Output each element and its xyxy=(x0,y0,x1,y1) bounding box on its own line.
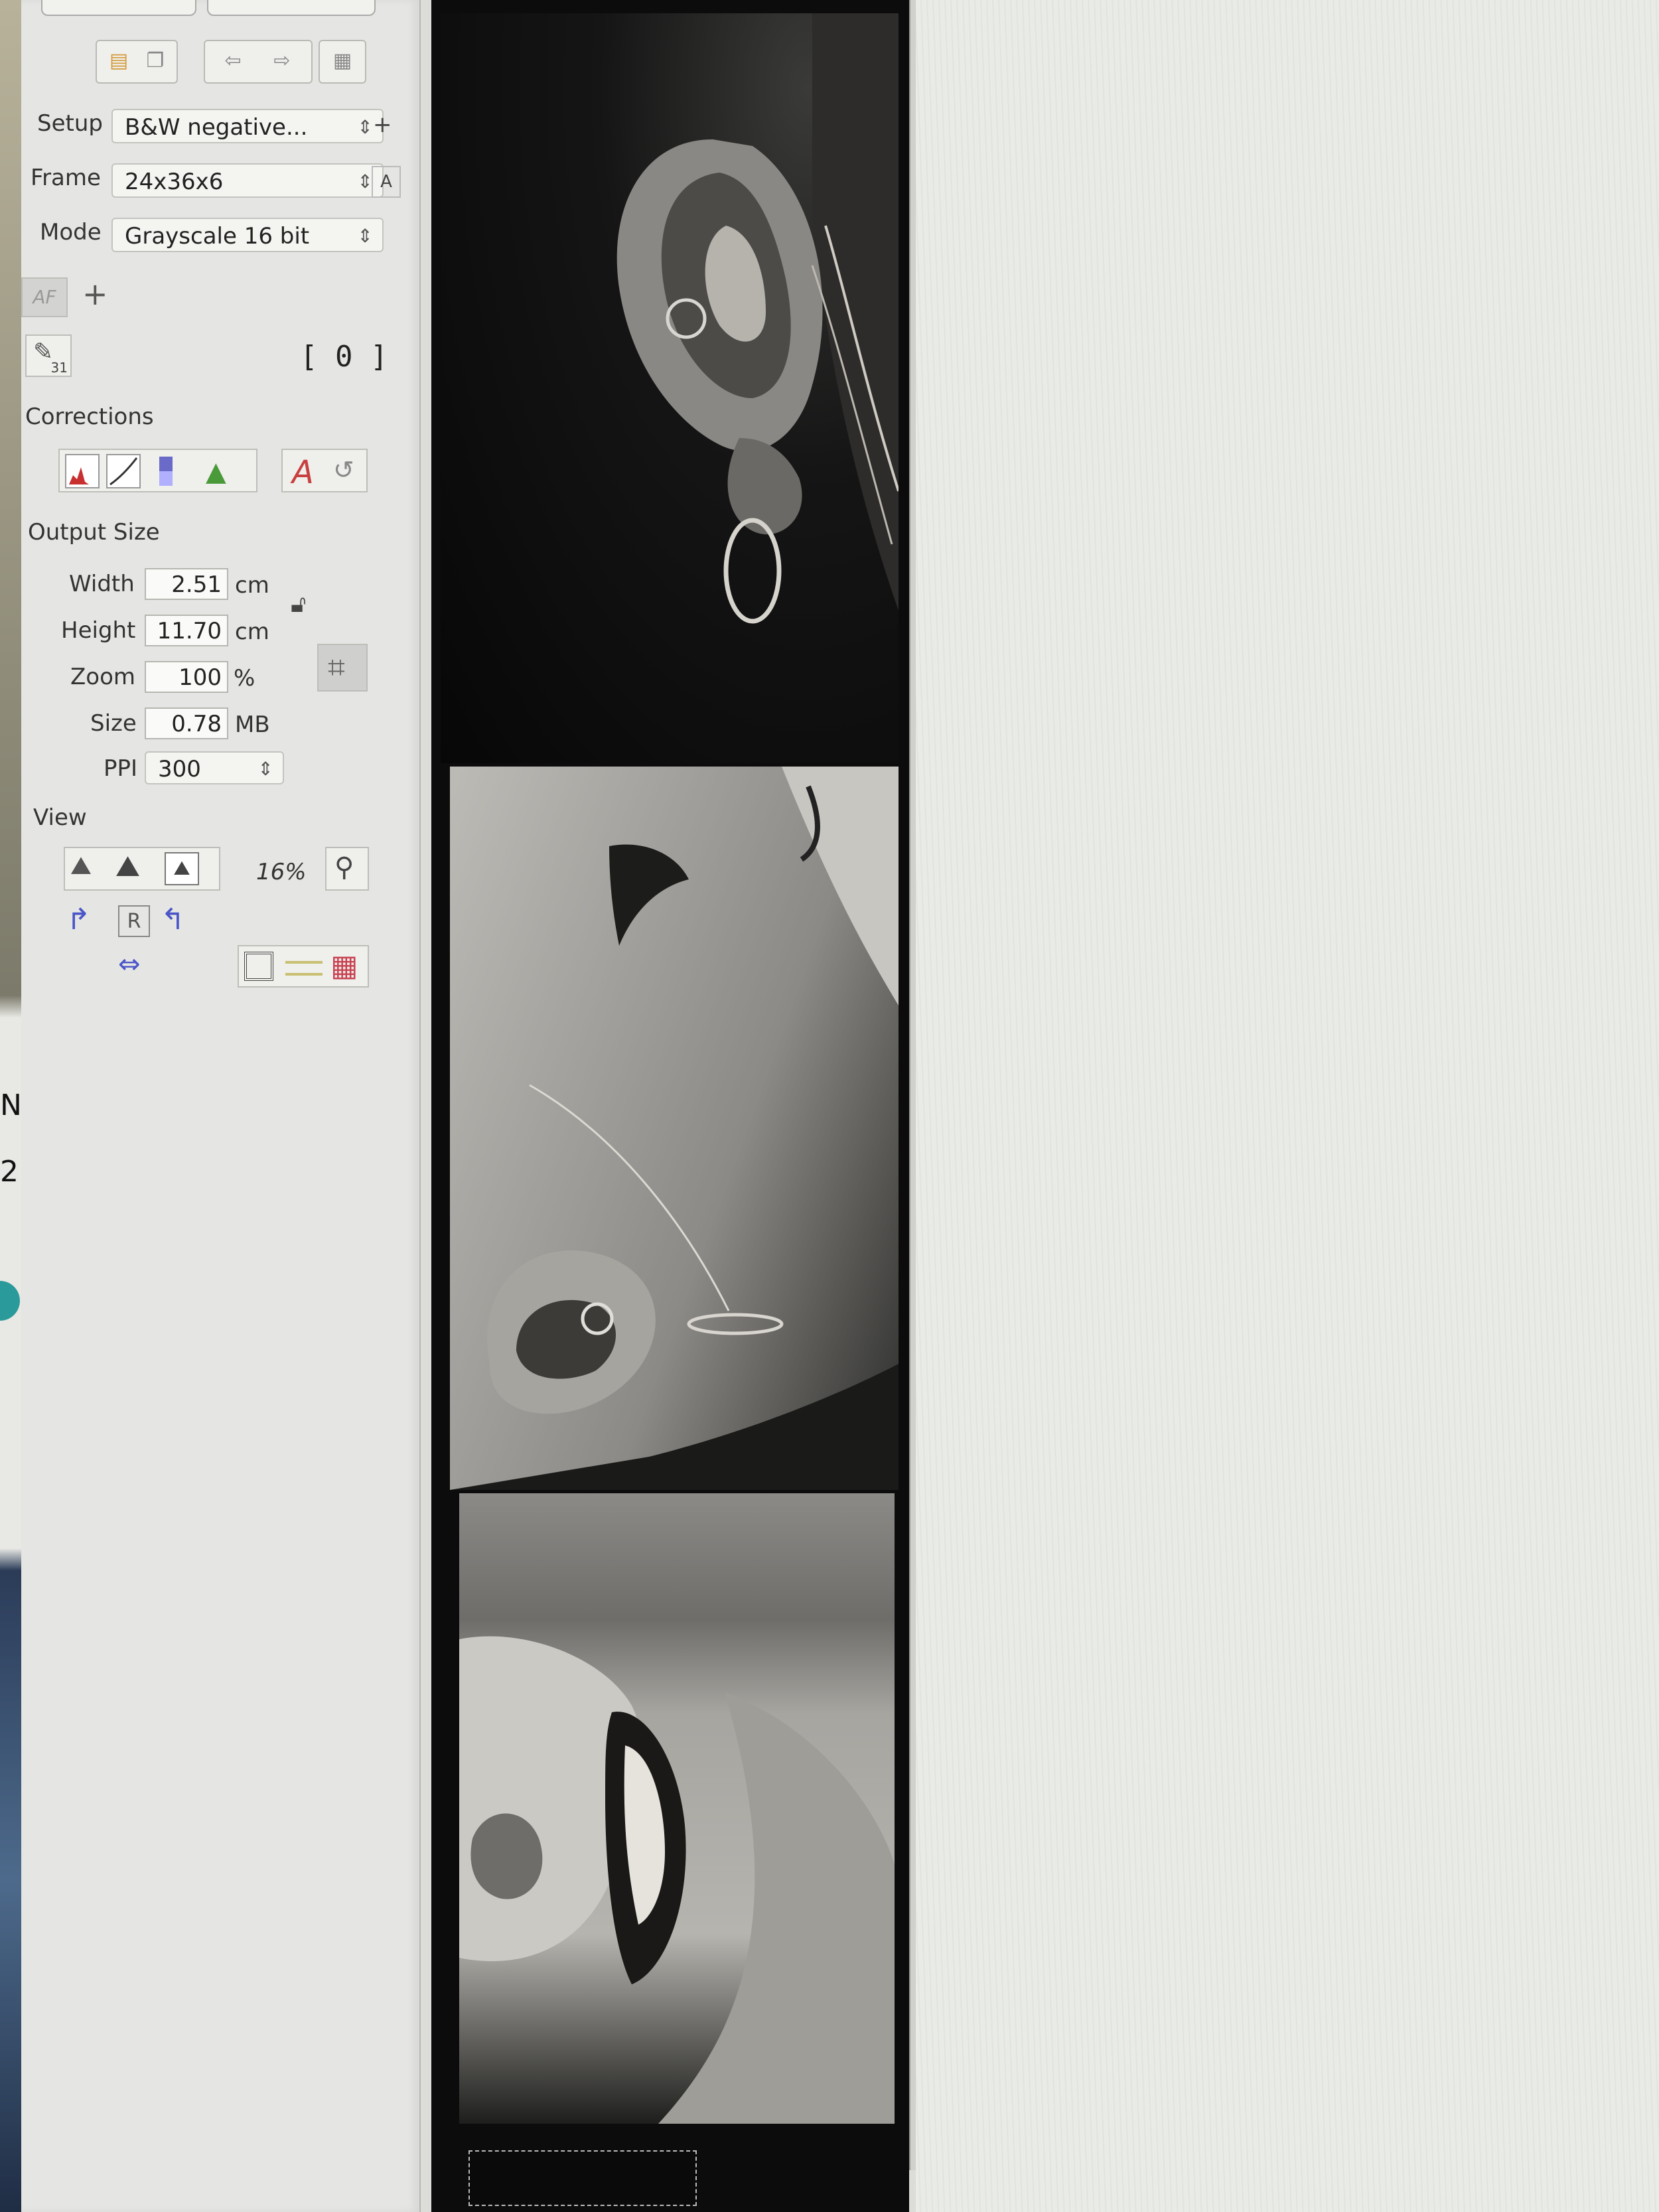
desktop-text-fragment: 2 xyxy=(0,1155,19,1189)
small-mountain-icon[interactable]: ⛰ xyxy=(70,851,92,881)
color-balance-icon[interactable] xyxy=(159,457,173,486)
auto-frame-button[interactable]: A xyxy=(372,166,401,198)
scan-preview-area[interactable] xyxy=(916,0,1659,2212)
crop-button[interactable]: ⌗ xyxy=(317,644,368,692)
film-frame-2[interactable] xyxy=(450,767,899,1490)
updown-arrows-icon: ⇕ xyxy=(357,116,373,138)
reset-corrections-icon[interactable]: ↺ xyxy=(333,455,354,484)
frame-counter: [ 0 ] xyxy=(300,340,388,374)
zoom-label: Zoom xyxy=(70,664,136,690)
width-field[interactable]: 2.51 xyxy=(145,568,228,600)
setup-select-value: B&W negative... xyxy=(125,114,308,141)
zoom-percent: 16% xyxy=(256,859,307,885)
sharpen-icon[interactable]: ▲ xyxy=(206,457,226,487)
add-focus-point-button[interactable]: + xyxy=(82,276,108,312)
height-field[interactable]: 11.70 xyxy=(145,615,228,646)
width-label: Width xyxy=(69,571,135,597)
size-label: Size xyxy=(90,710,137,737)
updown-arrows-icon: ⇕ xyxy=(357,171,373,192)
reset-rotation-button[interactable]: R xyxy=(118,905,150,937)
setup-label: Setup xyxy=(37,110,103,137)
rotate-left-icon[interactable]: ↰ xyxy=(161,903,185,936)
preview-button[interactable]: Preview xyxy=(41,0,196,16)
frame-nav-group: ⇦ ⇨ xyxy=(204,40,313,84)
size-unit: MB xyxy=(235,711,270,738)
large-mountain-icon[interactable]: ⛰ xyxy=(115,849,140,883)
zoom-unit: % xyxy=(234,665,255,692)
overlay-toolbar: ▦ xyxy=(238,945,369,988)
frame-select-value: 24x36x6 xyxy=(125,169,224,195)
output-size-title: Output Size xyxy=(28,519,160,546)
height-unit: cm xyxy=(235,619,269,645)
copy-frames-icon[interactable]: ❐ xyxy=(138,48,173,74)
ppi-select-value: 300 xyxy=(158,756,201,782)
corrections-toolbar: ▲ xyxy=(58,449,257,492)
height-label: Height xyxy=(61,617,136,644)
auto-adjust-button[interactable]: A xyxy=(292,454,314,491)
preview-mode-toolbar: ⛰ ⛰ ⛰ xyxy=(64,847,220,891)
lock-aspect-icon[interactable]: 🔓︎ xyxy=(291,591,306,619)
frame-mode-group: ▤ ❐ xyxy=(96,40,178,84)
mode-select-value: Grayscale 16 bit xyxy=(125,223,310,250)
desktop-text-fragment: N xyxy=(0,1088,22,1122)
setup-select[interactable]: B&W negative... ⇕ xyxy=(111,109,384,143)
previous-frame-icon[interactable]: ⇦ xyxy=(209,48,257,74)
mode-select[interactable]: Grayscale 16 bit ⇕ xyxy=(111,218,384,252)
eyedropper-button[interactable]: ✎ 31 xyxy=(25,334,72,377)
zoom-field[interactable]: 100 xyxy=(145,661,228,693)
add-setup-button[interactable]: + xyxy=(373,111,392,138)
multi-frame-icon[interactable]: ▤ xyxy=(101,48,137,74)
fit-image-icon[interactable]: ⛰ xyxy=(165,852,199,885)
film-frame-1[interactable] xyxy=(441,13,899,763)
ppi-label: PPI xyxy=(104,755,138,782)
ppi-select[interactable]: 300 ⇕ xyxy=(145,751,284,784)
size-field: 0.78 xyxy=(145,707,228,739)
view-title: View xyxy=(33,804,87,831)
guides-icon[interactable] xyxy=(285,961,323,976)
film-leader-remnant xyxy=(469,2150,697,2206)
frame-label: Frame xyxy=(31,165,101,191)
corrections-title: Corrections xyxy=(25,404,154,430)
film-frame-3[interactable] xyxy=(459,1493,895,2124)
thumbnail-grid-icon[interactable]: ▦ xyxy=(323,48,362,74)
crop-icon: ⌗ xyxy=(328,649,345,685)
auto-corrections-toolbar: A ↺ xyxy=(281,449,368,492)
next-frame-icon[interactable]: ⇨ xyxy=(258,48,306,74)
film-strip-preview[interactable] xyxy=(431,0,909,2212)
magnifier-icon: ⚲ xyxy=(334,852,354,883)
scan-button[interactable]: Scan... xyxy=(207,0,376,16)
eyedropper-badge: 31 xyxy=(50,360,68,376)
magnifier-button[interactable]: ⚲ xyxy=(325,847,369,891)
autofocus-button[interactable]: AF xyxy=(21,277,68,317)
width-unit: cm xyxy=(235,572,269,599)
rotate-right-icon[interactable]: ↱ xyxy=(66,903,91,936)
curves-icon[interactable] xyxy=(106,454,141,488)
grid-overlay-icon[interactable]: ▦ xyxy=(330,949,358,983)
mode-label: Mode xyxy=(40,219,102,246)
updown-arrows-icon: ⇕ xyxy=(257,758,273,780)
scanner-settings-panel: Preview Scan... ▤ ❐ ⇦ ⇨ ▦ Setup B&W nega… xyxy=(21,0,421,2212)
flip-horizontal-icon[interactable]: ⇔ xyxy=(118,949,141,980)
grid-view-group: ▦ xyxy=(319,40,366,84)
histogram-icon[interactable] xyxy=(65,454,100,488)
frame-select[interactable]: 24x36x6 ⇕ xyxy=(111,163,384,198)
updown-arrows-icon: ⇕ xyxy=(357,225,373,247)
frame-border-icon[interactable] xyxy=(244,952,273,981)
